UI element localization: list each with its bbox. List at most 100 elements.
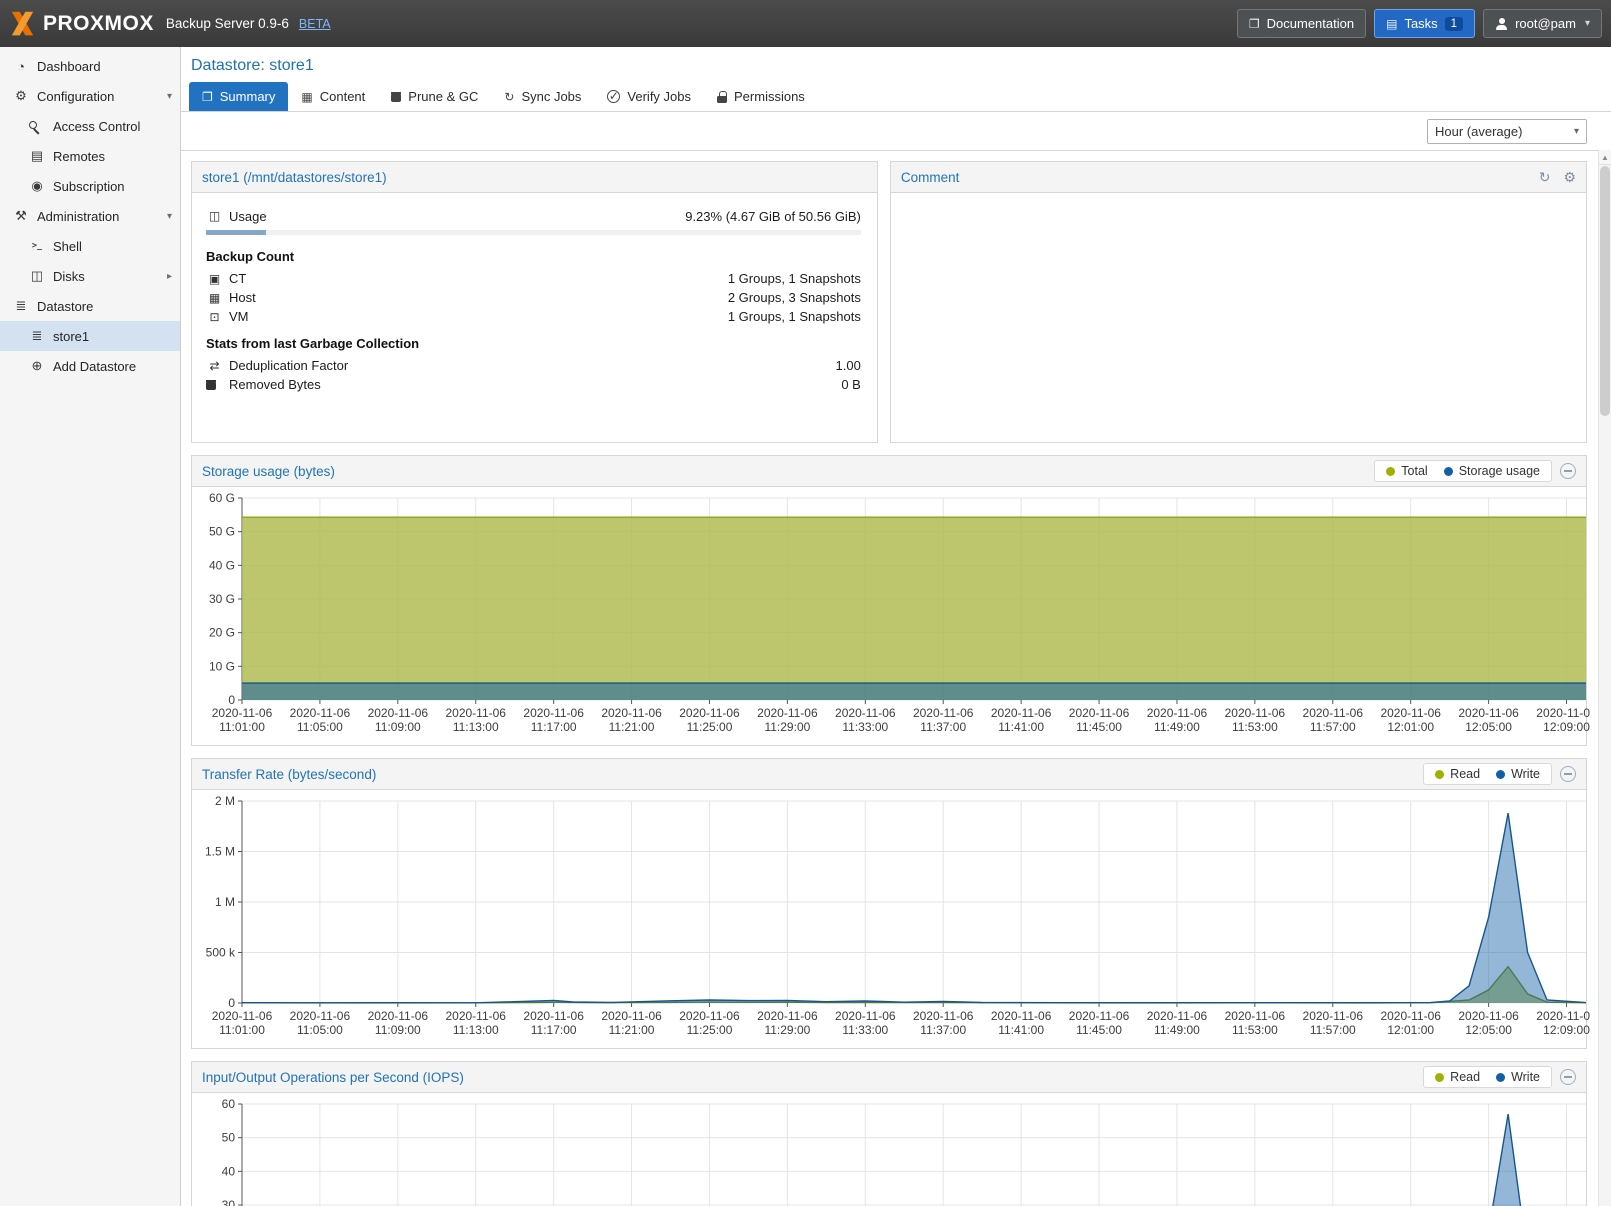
legend-item-write[interactable]: Write [1496, 1070, 1540, 1084]
scroll-up-arrow[interactable]: ▲ [1599, 150, 1611, 165]
svg-text:2020-11-06: 2020-11-06 [368, 1009, 429, 1023]
svg-text:11:33:00: 11:33:00 [842, 1023, 888, 1037]
sidebar-item-add-datastore[interactable]: ⊕Add Datastore [0, 351, 180, 381]
disks-icon: ◫ [28, 268, 46, 284]
svg-text:12:01:00: 12:01:00 [1387, 720, 1434, 734]
brand-name: PROXMOX [43, 12, 154, 36]
legend-dot-icon [1496, 770, 1505, 779]
collapse-panel-icon[interactable] [1560, 766, 1576, 782]
svg-text:1.5 M: 1.5 M [205, 845, 235, 859]
chevron-down-icon[interactable]: ▾ [167, 211, 172, 222]
summary-row: Removed Bytes0 B [206, 375, 861, 394]
iops-chart-title: Input/Output Operations per Second (IOPS… [202, 1070, 464, 1085]
sidebar-item-store1[interactable]: ≣store1 [0, 321, 180, 351]
summary-sections: Backup Count▣CT1 Groups, 1 Snapshots▦Hos… [206, 244, 861, 394]
legend-item-write[interactable]: Write [1496, 767, 1540, 781]
collapse-panel-icon[interactable] [1560, 1069, 1576, 1085]
svg-text:11:05:00: 11:05:00 [297, 720, 343, 734]
lock-icon [717, 91, 727, 103]
summary-panel-title: store1 (/mnt/datastores/store1) [202, 170, 387, 185]
documentation-button[interactable]: ❐ Documentation [1237, 9, 1366, 38]
svg-text:11:09:00: 11:09:00 [375, 1023, 421, 1037]
legend-item-total[interactable]: Total [1386, 464, 1427, 478]
svg-text:2020-11-06: 2020-11-06 [212, 1009, 273, 1023]
datastore-icon: ≣ [28, 328, 46, 344]
svg-text:0: 0 [228, 996, 235, 1010]
svg-text:2020-11-06: 2020-11-06 [1147, 1009, 1208, 1023]
sidebar-item-label: Dashboard [37, 59, 101, 74]
chevron-right-icon[interactable]: ▸ [167, 271, 172, 282]
svg-text:2020-11-06: 2020-11-06 [445, 706, 506, 720]
usage-row: ◫ Usage 9.23% (4.67 GiB of 50.56 GiB) [206, 205, 861, 227]
user-menu-button[interactable]: root@pam ▾ [1483, 9, 1602, 38]
svg-text:11:49:00: 11:49:00 [1154, 720, 1200, 734]
svg-text:500 k: 500 k [206, 946, 236, 960]
vertical-scrollbar[interactable]: ▲ [1598, 150, 1611, 1206]
svg-text:2020-11-06: 2020-11-06 [835, 1009, 896, 1023]
proxmox-x-icon [9, 10, 36, 37]
sidebar-item-shell[interactable]: >_Shell [0, 231, 180, 261]
top-panels-row: store1 (/mnt/datastores/store1) ◫ Usage … [191, 161, 1587, 443]
svg-text:12:05:00: 12:05:00 [1465, 720, 1512, 734]
scrollbar-thumb[interactable] [1600, 166, 1610, 416]
tasks-label: Tasks [1404, 16, 1437, 31]
legend-item-storage-usage[interactable]: Storage usage [1444, 464, 1540, 478]
svg-text:0: 0 [228, 693, 235, 707]
svg-text:2020-11-06: 2020-11-06 [290, 1009, 351, 1023]
svg-text:11:29:00: 11:29:00 [764, 1023, 810, 1037]
time-range-select[interactable]: Hour (average) ▾ [1427, 119, 1587, 144]
sidebar-item-dashboard[interactable]: ◔Dashboard [0, 51, 180, 81]
summary-panel-body: ◫ Usage 9.23% (4.67 GiB of 50.56 GiB) Ba… [192, 193, 877, 442]
sidebar-item-datastore[interactable]: ≣Datastore [0, 291, 180, 321]
user-icon [1495, 18, 1508, 30]
comment-panel-title: Comment [901, 170, 960, 185]
comment-body[interactable] [891, 193, 1586, 442]
tab-label: Sync Jobs [521, 89, 581, 104]
chevron-down-icon: ▾ [1574, 126, 1579, 137]
svg-text:11:45:00: 11:45:00 [1076, 1023, 1122, 1037]
toolbar: Hour (average) ▾ [181, 112, 1611, 151]
sidebar-item-access-control[interactable]: Access Control [0, 111, 180, 141]
refresh-icon[interactable]: ↻ [1539, 169, 1551, 186]
sidebar-item-remotes[interactable]: ▤Remotes [0, 141, 180, 171]
tab-prune-gc[interactable]: Prune & GC [378, 82, 491, 111]
gear-icon[interactable]: ⚙ [1563, 169, 1576, 186]
sidebar-item-disks[interactable]: ◫Disks▸ [0, 261, 180, 291]
row-value: 2 Groups, 3 Snapshots [728, 290, 861, 305]
legend-item-read[interactable]: Read [1435, 1070, 1480, 1084]
chevron-down-icon[interactable]: ▾ [167, 91, 172, 102]
tasks-button[interactable]: ▤ Tasks 1 [1374, 9, 1475, 38]
beta-link[interactable]: BETA [299, 17, 331, 31]
main-layout: ◔Dashboard⚙Configuration▾Access Control▤… [0, 47, 1611, 1206]
svg-text:20 G: 20 G [209, 626, 235, 640]
vm-icon: ⊡ [206, 310, 223, 324]
documentation-label: Documentation [1267, 16, 1354, 31]
sidebar-item-subscription[interactable]: ◉Subscription [0, 171, 180, 201]
content-area: Datastore: store1 ❐Summary▦ContentPrune … [181, 47, 1611, 1206]
transfer-rate-chart: 0500 k1 M1.5 M2 M2020-11-0611:01:002020-… [192, 790, 1586, 1048]
summary-panel-header: store1 (/mnt/datastores/store1) [192, 162, 877, 193]
row-value: 1 Groups, 1 Snapshots [728, 309, 861, 324]
svg-text:50: 50 [222, 1131, 236, 1145]
svg-text:2020-11-06: 2020-11-06 [757, 1009, 818, 1023]
legend-item-read[interactable]: Read [1435, 767, 1480, 781]
svg-text:11:37:00: 11:37:00 [920, 720, 966, 734]
ct-icon: ▣ [206, 272, 223, 286]
collapse-panel-icon[interactable] [1560, 463, 1576, 479]
tab-content[interactable]: ▦Content [288, 82, 378, 111]
svg-text:11:21:00: 11:21:00 [609, 720, 655, 734]
tab-verify-jobs[interactable]: ✓Verify Jobs [594, 82, 704, 111]
svg-text:2020-11-06: 2020-11-06 [601, 1009, 662, 1023]
tab-sync-jobs[interactable]: ↻ Sync Jobs [491, 82, 594, 111]
sidebar-item-configuration[interactable]: ⚙Configuration▾ [0, 81, 180, 111]
sync-icon: ↻ [504, 90, 514, 104]
tab-summary[interactable]: ❐Summary [189, 82, 288, 111]
comment-panel-tools: ↻ ⚙ [1539, 169, 1576, 186]
usage-value: 9.23% (4.67 GiB of 50.56 GiB) [685, 209, 861, 224]
svg-text:2020-11-06: 2020-11-06 [1225, 706, 1286, 720]
hard-drive-icon: ◫ [206, 209, 223, 223]
tab-permissions[interactable]: Permissions [704, 82, 818, 111]
panels-scroll-area: store1 (/mnt/datastores/store1) ◫ Usage … [181, 151, 1611, 1206]
host-icon: ▦ [206, 291, 223, 305]
sidebar-item-administration[interactable]: ⚒Administration▾ [0, 201, 180, 231]
